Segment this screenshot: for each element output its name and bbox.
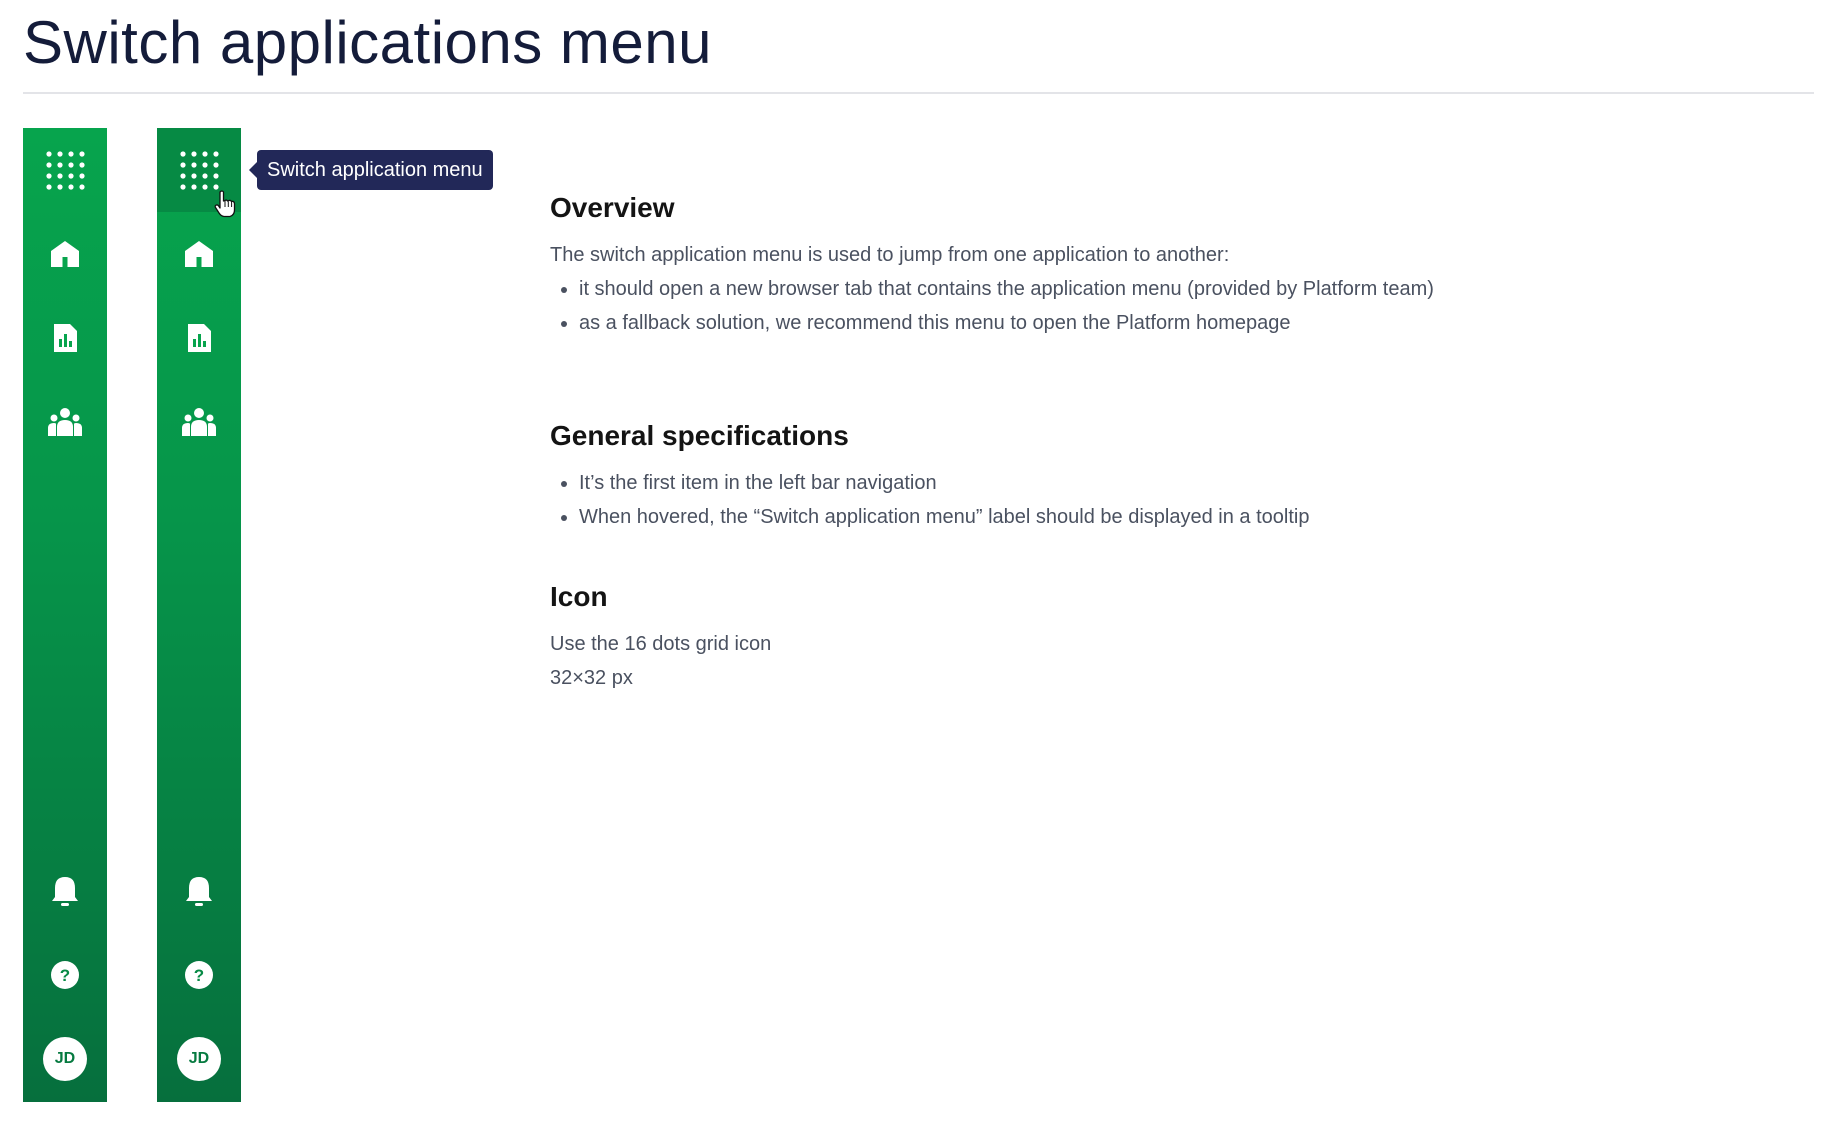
user-menu-button[interactable]: JD (157, 1017, 241, 1101)
reports-button[interactable] (157, 296, 241, 380)
report-icon (54, 324, 77, 352)
reports-button[interactable] (23, 296, 107, 380)
icon-section: Icon Use the 16 dots grid icon 32×32 px (550, 581, 1450, 695)
list-item: It’s the first item in the left bar navi… (579, 466, 1450, 500)
help-button[interactable]: ? (157, 933, 241, 1017)
title-divider (23, 92, 1814, 94)
team-icon (48, 408, 82, 436)
general-specifications-heading: General specifications (550, 420, 849, 451)
home-button[interactable] (157, 212, 241, 296)
icon-description: Use the 16 dots grid icon (550, 633, 772, 655)
home-icon (51, 241, 79, 267)
help-icon: ? (51, 961, 79, 989)
team-button[interactable] (23, 380, 107, 464)
home-button[interactable] (23, 212, 107, 296)
left-bar-navigation-default: ? JD (23, 128, 107, 1102)
svg-text:?: ? (60, 966, 70, 985)
svg-text:?: ? (194, 966, 204, 985)
switch-application-menu-button[interactable] (23, 128, 107, 212)
icon-heading: Icon (550, 581, 608, 612)
hand-pointer-cursor-icon (214, 190, 236, 218)
general-specifications-list: It’s the first item in the left bar navi… (550, 466, 1450, 534)
team-icon (182, 408, 216, 436)
avatar: JD (177, 1037, 221, 1081)
notifications-button[interactable] (157, 849, 241, 933)
grid-16-dots-icon (46, 151, 85, 190)
overview-intro: The switch application menu is used to j… (550, 244, 1230, 266)
report-icon (188, 324, 211, 352)
overview-heading: Overview (550, 192, 675, 223)
help-button[interactable]: ? (23, 933, 107, 1017)
help-icon: ? (185, 961, 213, 989)
home-icon (185, 241, 213, 267)
grid-16-dots-icon (180, 151, 219, 190)
team-button[interactable] (157, 380, 241, 464)
list-item: it should open a new browser tab that co… (579, 272, 1450, 306)
notifications-button[interactable] (23, 849, 107, 933)
overview-list: it should open a new browser tab that co… (550, 272, 1450, 340)
left-bar-navigation-hovered: ? JD (157, 128, 241, 1102)
bell-icon (52, 877, 78, 906)
icon-size: 32×32 px (550, 667, 633, 689)
switch-application-tooltip: Switch application menu (249, 150, 493, 190)
general-specifications-section: General specifications It’s the first it… (550, 420, 1450, 534)
overview-section: Overview The switch application menu is … (550, 192, 1450, 340)
page-title: Switch applications menu (23, 9, 713, 76)
list-item: as a fallback solution, we recommend thi… (579, 306, 1450, 340)
user-menu-button[interactable]: JD (23, 1017, 107, 1101)
list-item: When hovered, the “Switch application me… (579, 500, 1450, 534)
bell-icon (186, 877, 212, 906)
avatar: JD (43, 1037, 87, 1081)
